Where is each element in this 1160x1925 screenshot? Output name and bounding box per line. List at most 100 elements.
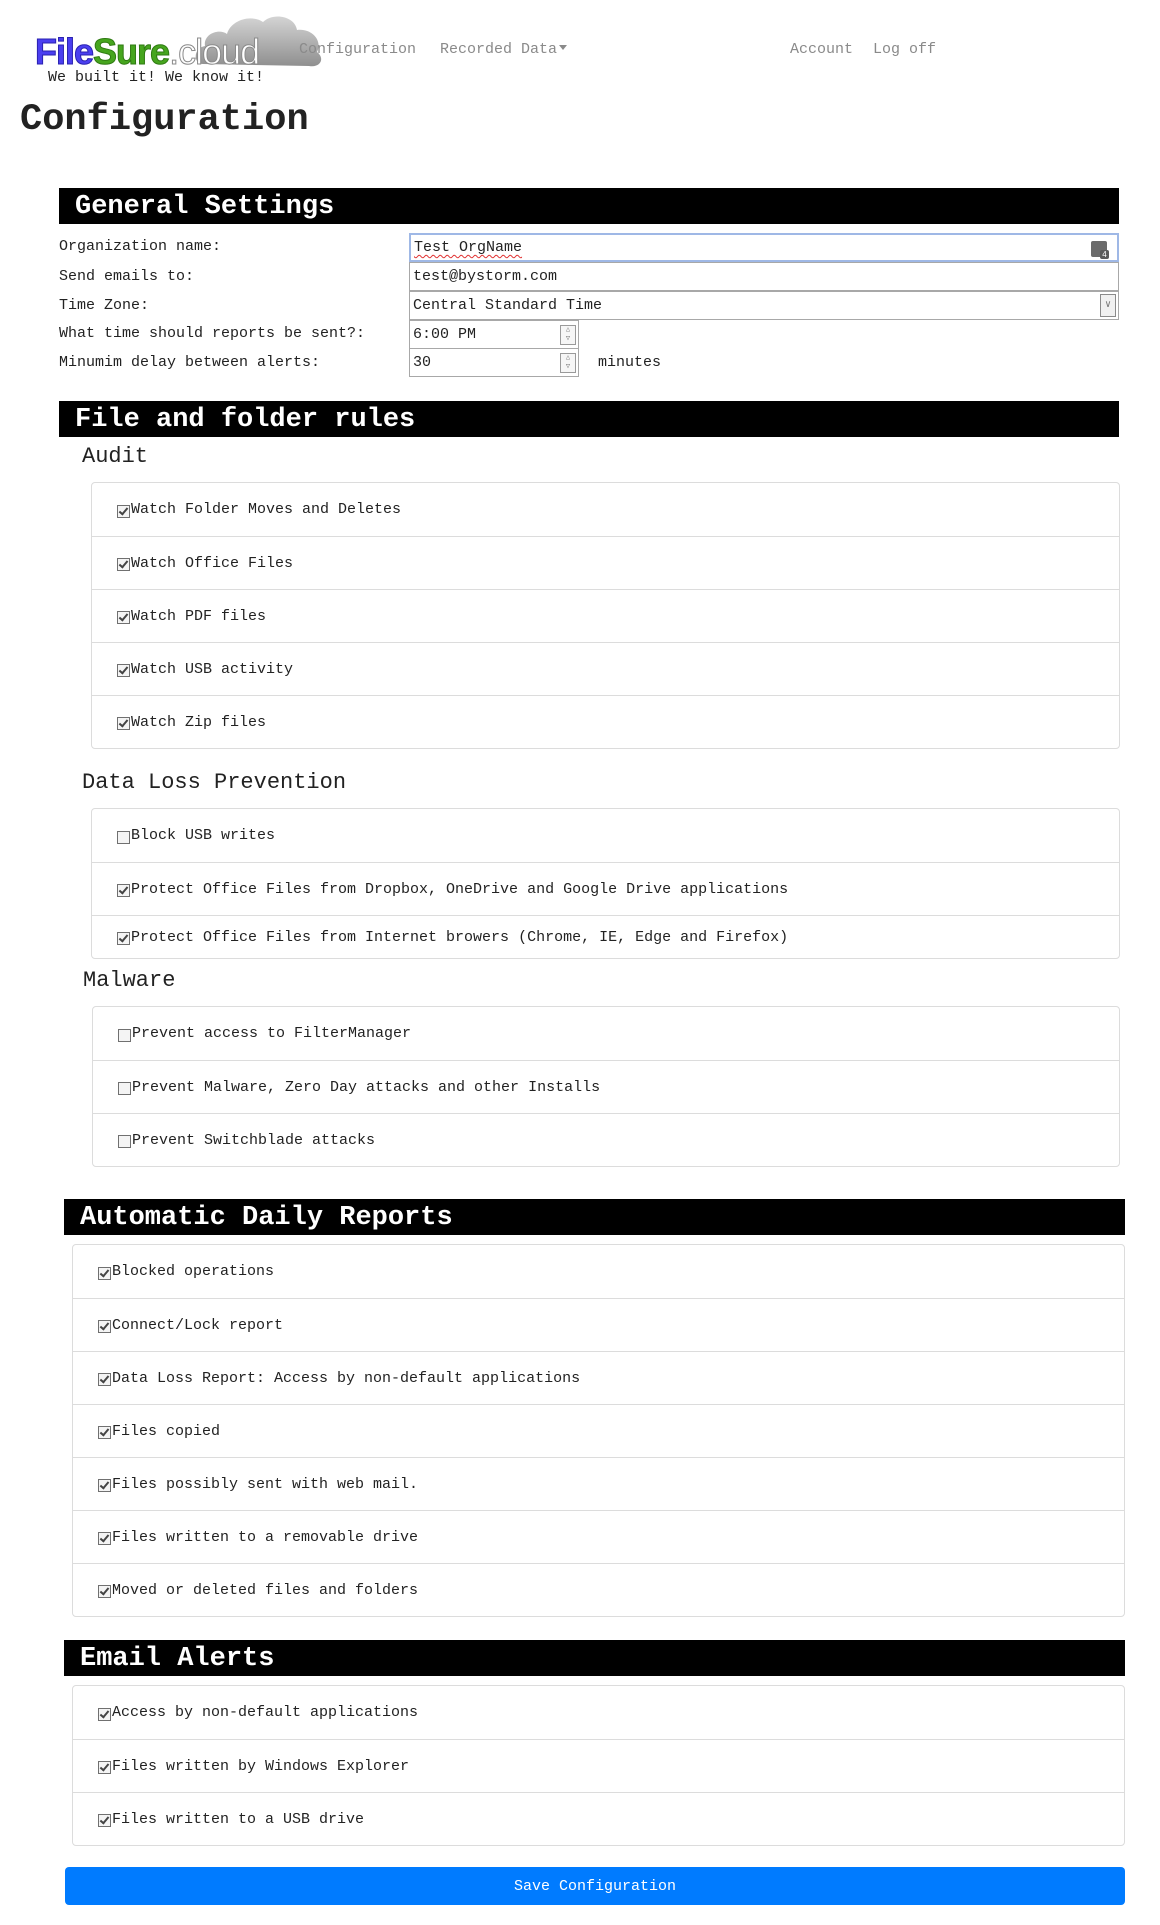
item-label: Prevent Switchblade attacks <box>132 1131 376 1149</box>
nav-configuration[interactable]: Configuration <box>299 41 416 58</box>
min-delay-unit: minutes <box>598 354 662 371</box>
logo-text-cloud: .cloud <box>169 31 261 72</box>
audit-list: Watch Folder Moves and Deletes Watch Off… <box>91 482 1120 749</box>
report-item[interactable]: Files copied <box>73 1404 1124 1457</box>
page-title: Configuration <box>20 99 309 141</box>
daily-reports-heading: Automatic Daily Reports <box>64 1199 1125 1235</box>
general-settings-heading: General Settings <box>59 188 1119 224</box>
report-time-input[interactable] <box>413 321 559 348</box>
item-label: Protect Office Files from Dropbox, OneDr… <box>131 880 789 898</box>
checkbox[interactable] <box>118 1082 131 1095</box>
malware-item[interactable]: Prevent access to FilterManager <box>93 1007 1119 1060</box>
tagline: We built it! We know it! <box>48 69 265 86</box>
send-emails-field[interactable] <box>409 262 1119 291</box>
spinner-arrows-icon[interactable]: △ ▽ <box>560 325 576 345</box>
item-label: Watch Office Files <box>131 554 294 572</box>
audit-item[interactable]: Watch USB activity <box>92 642 1119 695</box>
checkbox[interactable] <box>117 884 130 897</box>
item-label: Protect Office Files from Internet browe… <box>131 928 789 946</box>
item-label: Files written to a removable drive <box>112 1528 419 1546</box>
checkbox[interactable] <box>98 1532 111 1545</box>
daily-reports-list: Blocked operations Connect/Lock report D… <box>72 1244 1125 1617</box>
checkbox[interactable] <box>98 1479 111 1492</box>
dlp-list: Block USB writes Protect Office Files fr… <box>91 808 1120 959</box>
email-alerts-heading: Email Alerts <box>64 1640 1125 1676</box>
chevron-down-icon[interactable]: ∨ <box>1100 294 1116 317</box>
item-label: Connect/Lock report <box>112 1316 284 1334</box>
item-label: Access by non-default applications <box>112 1704 419 1721</box>
dlp-item[interactable]: Protect Office Files from Internet browe… <box>92 915 1119 958</box>
checkbox[interactable] <box>98 1320 111 1333</box>
checkbox[interactable] <box>98 1426 111 1439</box>
time-zone-select[interactable]: Central Standard Time ∨ <box>409 291 1119 320</box>
send-emails-input[interactable] <box>413 263 1045 290</box>
checkbox[interactable] <box>117 504 130 518</box>
spinner-arrows-icon[interactable]: △ ▽ <box>560 353 576 373</box>
checkbox[interactable] <box>98 1266 111 1280</box>
item-label: Data Loss Report: Access by non-default … <box>112 1369 581 1387</box>
alert-item[interactable]: Files written by Windows Explorer <box>73 1739 1124 1792</box>
logo-text-sure: Sure <box>93 31 171 72</box>
checkbox[interactable] <box>117 717 130 730</box>
report-item[interactable]: Connect/Lock report <box>73 1298 1124 1351</box>
filesure-logo[interactable]: FileSure.cloud <box>33 12 322 72</box>
audit-item[interactable]: Watch Folder Moves and Deletes <box>92 483 1119 536</box>
alert-item[interactable]: Access by non-default applications <box>73 1686 1124 1739</box>
nav-account[interactable]: Account <box>790 41 853 58</box>
report-item[interactable]: Data Loss Report: Access by non-default … <box>73 1351 1124 1404</box>
audit-item[interactable]: Watch Office Files <box>92 536 1119 589</box>
email-alerts-list: Access by non-default applications Files… <box>72 1685 1125 1846</box>
item-label: Files possibly sent with web mail. <box>112 1475 419 1493</box>
item-label: Blocked operations <box>112 1263 275 1280</box>
keyboard-badge: 4 <box>1100 250 1109 259</box>
item-label: Files written by Windows Explorer <box>112 1757 410 1775</box>
alert-item[interactable]: Files written to a USB drive <box>73 1792 1124 1845</box>
nav-log-off[interactable]: Log off <box>873 41 936 58</box>
checkbox[interactable] <box>117 830 130 844</box>
checkbox[interactable] <box>117 664 130 677</box>
send-emails-label: Send emails to: <box>59 268 195 285</box>
dlp-item[interactable]: Protect Office Files from Dropbox, OneDr… <box>92 862 1119 915</box>
nav-recorded-data-dropdown[interactable]: Recorded Data <box>440 41 568 58</box>
dlp-item[interactable]: Block USB writes <box>92 809 1119 862</box>
org-name-label: Organization name: <box>59 238 222 255</box>
checkbox[interactable] <box>98 1373 111 1386</box>
audit-item[interactable]: Watch Zip files <box>92 695 1119 748</box>
checkbox[interactable] <box>98 1585 111 1598</box>
item-label: Files written to a USB drive <box>112 1810 365 1828</box>
min-delay-input[interactable] <box>413 349 559 376</box>
item-label: Prevent access to FilterManager <box>132 1025 412 1042</box>
report-time-spinner[interactable]: △▽ <box>409 320 579 349</box>
item-label: Watch Zip files <box>131 713 267 731</box>
malware-item[interactable]: Prevent Malware, Zero Day attacks and ot… <box>93 1060 1119 1113</box>
checkbox[interactable] <box>118 1028 131 1042</box>
checkbox[interactable] <box>117 558 130 571</box>
report-item[interactable]: Blocked operations <box>73 1245 1124 1298</box>
checkbox[interactable] <box>117 611 130 624</box>
item-label: Watch Folder Moves and Deletes <box>131 501 402 518</box>
checkbox[interactable] <box>98 1707 111 1721</box>
audit-item[interactable]: Watch PDF files <box>92 589 1119 642</box>
audit-title: Audit <box>82 444 149 469</box>
checkbox[interactable] <box>117 932 130 945</box>
keyboard-assist-icon[interactable]: 4 <box>1091 241 1109 259</box>
org-name-field[interactable]: Test OrgName 4 <box>409 233 1119 262</box>
malware-list: Prevent access to FilterManager Prevent … <box>92 1006 1120 1167</box>
report-item[interactable]: Files possibly sent with web mail. <box>73 1457 1124 1510</box>
malware-item[interactable]: Prevent Switchblade attacks <box>93 1113 1119 1166</box>
time-zone-label: Time Zone: <box>59 297 150 314</box>
file-folder-rules-heading: File and folder rules <box>59 401 1119 437</box>
item-label: Watch PDF files <box>131 607 267 625</box>
report-item[interactable]: Moved or deleted files and folders <box>73 1563 1124 1616</box>
checkbox[interactable] <box>98 1761 111 1774</box>
item-label: Block USB writes <box>131 827 276 844</box>
org-name-value: Test OrgName <box>414 239 523 256</box>
save-configuration-button[interactable]: Save Configuration <box>65 1867 1125 1905</box>
checkbox[interactable] <box>98 1814 111 1827</box>
item-label: Moved or deleted files and folders <box>112 1581 419 1599</box>
checkbox[interactable] <box>118 1135 131 1148</box>
min-delay-label: Minumim delay between alerts: <box>59 354 321 371</box>
min-delay-spinner[interactable]: △▽ <box>409 348 579 377</box>
report-item[interactable]: Files written to a removable drive <box>73 1510 1124 1563</box>
logo-text-file: File <box>34 31 94 72</box>
